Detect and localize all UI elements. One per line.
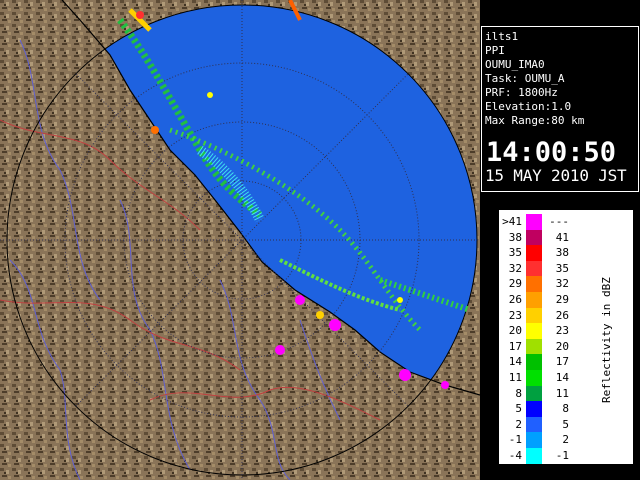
legend-high-value: 26 (555, 308, 569, 322)
legend-high-value: 2 (562, 433, 569, 447)
legend-color-swatch (526, 416, 542, 433)
legend-high-value: 20 (555, 339, 569, 353)
radar-site-label: ilts1 (485, 30, 519, 43)
legend-high-value: 41 (555, 230, 569, 244)
prf-label: PRF: 1800Hz (485, 86, 558, 99)
legend-color-swatch (526, 448, 542, 464)
legend-low-value: -4 (508, 449, 522, 462)
scan-date: 15 MAY 2010 JST (485, 166, 627, 185)
scan-type-label: PPI (485, 44, 505, 57)
legend-high-value: 29 (555, 293, 569, 306)
legend-color-swatch (526, 370, 542, 386)
legend-low-value: 29 (508, 277, 522, 291)
max-range-label: Max Range:80 km (485, 114, 585, 127)
elevation-label: Elevation:1.0 (485, 100, 572, 113)
legend-color-swatch (526, 229, 542, 246)
reflectivity-legend: >41 --- 38 41 35 38 32 35 29 32 26 29 23 26 20 23 17 20 14… (499, 210, 633, 464)
legend-high-value: 11 (555, 386, 569, 400)
legend-low-value: 8 (515, 386, 522, 400)
legend-color-swatch (526, 260, 542, 277)
legend-low-value: 35 (508, 246, 522, 260)
product-label: OUMU_IMA0 (485, 58, 545, 71)
legend-high-value: 17 (555, 355, 569, 369)
legend-color-swatch (526, 214, 542, 230)
legend-high-value: 5 (562, 417, 569, 431)
legend-low-value: 5 (515, 402, 522, 416)
legend-color-swatch (526, 385, 542, 402)
legend-color-swatch (526, 307, 542, 324)
radar-ppi-display (0, 0, 480, 480)
legend-color-swatch (526, 338, 542, 355)
legend-color-swatch (526, 432, 542, 448)
legend-low-value: -1 (508, 433, 522, 447)
legend-low-value: 11 (508, 371, 522, 384)
legend-low-value: >41 (502, 215, 522, 228)
legend-color-swatch (526, 276, 542, 292)
legend-low-value: 14 (508, 355, 522, 369)
legend-low-value: 23 (508, 308, 522, 322)
legend-high-value: 35 (555, 261, 569, 275)
task-label: Task: OUMU_A (485, 72, 565, 85)
legend-high-value: --- (549, 215, 569, 228)
legend-unit-label: Reflectivity in dBZ (600, 277, 613, 403)
legend-color-swatch (526, 354, 542, 370)
legend-high-value: 23 (555, 324, 569, 338)
legend-color-swatch (526, 323, 542, 339)
legend-color-swatch (526, 401, 542, 417)
legend-low-value: 38 (508, 230, 522, 244)
legend-low-value: 20 (508, 324, 522, 338)
legend-low-value: 32 (508, 261, 522, 275)
legend-high-value: 14 (555, 371, 569, 384)
legend-color-swatch (526, 245, 542, 261)
legend-low-value: 26 (508, 293, 522, 306)
legend-high-value: 38 (555, 246, 569, 260)
legend-high-value: -1 (555, 449, 569, 462)
legend-high-value: 8 (562, 402, 569, 416)
legend-low-value: 17 (508, 339, 522, 353)
scan-info-panel: ilts1 PPI OUMU_IMA0 Task: OUMU_A PRF: 18… (481, 26, 639, 192)
info-sidebar: ilts1 PPI OUMU_IMA0 Task: OUMU_A PRF: 18… (480, 0, 640, 480)
legend-low-value: 2 (515, 417, 522, 431)
scan-time: 14:00:50 (486, 137, 617, 168)
legend-high-value: 32 (555, 277, 569, 291)
legend-color-swatch (526, 292, 542, 308)
